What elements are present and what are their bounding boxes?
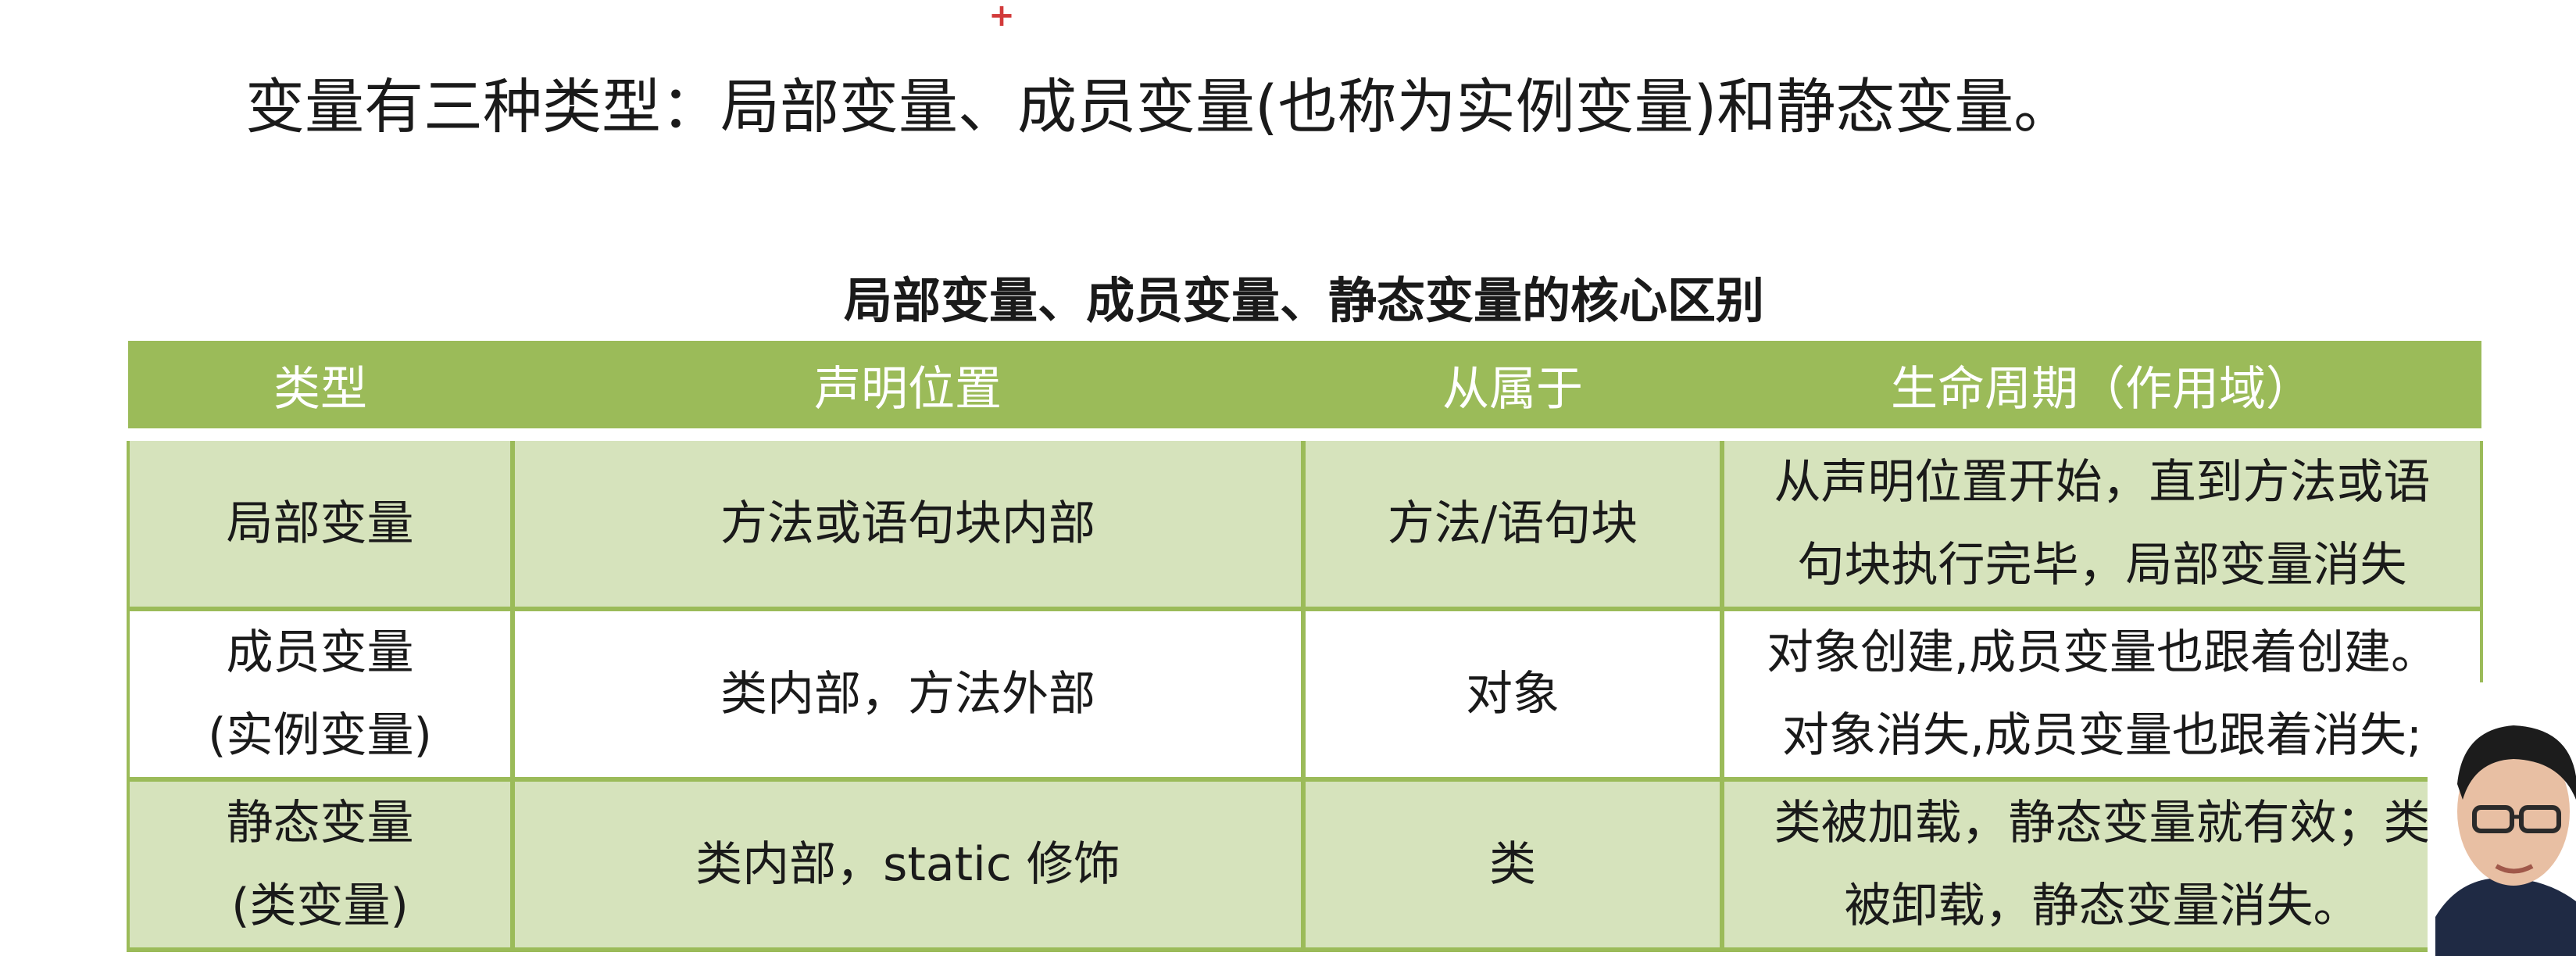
lifecycle-line: 被卸载，静态变量消失。 [1844,879,2360,933]
cell-lifecycle: 类被加载，静态变量就有效；类 被卸载，静态变量消失。 [1720,779,2483,952]
table-row: 静态变量 (类变量) 类内部，static 修饰 类 类被加载，静态变量就有效；… [127,779,2483,952]
lifecycle-line: 对象创建,成员变量也跟着创建。 [1766,625,2438,680]
cell-belongs-to: 对象 [1301,609,1724,782]
type-alias: (实例变量) [208,708,432,763]
cursor-crosshair-icon: + [988,0,1015,34]
cell-lifecycle: 从声明位置开始，直到方法或语 句块执行完毕，局部变量消失 [1720,435,2483,611]
intro-text: 变量有三种类型：局部变量、成员变量(也称为实例变量)和静态变量。 [245,72,2074,141]
cell-location: 方法或语句块内部 [510,435,1306,611]
table-title: 局部变量、成员变量、静态变量的核心区别 [843,272,1764,329]
type-name: 局部变量 [226,496,414,551]
cell-type: 静态变量 (类变量) [127,779,515,952]
presenter-webcam-overlay [2428,682,2576,956]
header-lifecycle: 生命周期（作用域） [1722,341,2481,441]
presenter-avatar-icon [2428,682,2576,956]
comparison-table-container: 类型 声明位置 从属于 生命周期（作用域） 局部变量 方法或语句块内部 方法/语… [127,341,2483,952]
cell-belongs-to: 类 [1301,779,1724,952]
type-name: 静态变量 [226,796,414,850]
cell-lifecycle: 对象创建,成员变量也跟着创建。 对象消失,成员变量也跟着消失; [1720,609,2483,782]
cell-belongs-to: 方法/语句块 [1301,435,1724,611]
header-location: 声明位置 [513,341,1303,441]
cell-type: 成员变量 (实例变量) [127,609,515,782]
comparison-table: 类型 声明位置 从属于 生命周期（作用域） 局部变量 方法或语句块内部 方法/语… [127,341,2483,952]
lifecycle-line: 句块执行完毕，局部变量消失 [1797,538,2407,593]
cell-location: 类内部，static 修饰 [510,779,1306,952]
type-alias: (类变量) [231,879,409,933]
lifecycle-line: 对象消失,成员变量也跟着消失; [1781,708,2423,763]
table-row: 成员变量 (实例变量) 类内部，方法外部 对象 对象创建,成员变量也跟着创建。 … [127,609,2483,782]
table-header-row: 类型 声明位置 从属于 生命周期（作用域） [128,341,2481,441]
lifecycle-line: 类被加载，静态变量就有效；类 [1774,796,2431,850]
type-name: 成员变量 [226,625,414,680]
header-belongs-to: 从属于 [1303,341,1722,441]
lifecycle-line: 从声明位置开始，直到方法或语 [1774,455,2431,510]
table-row: 局部变量 方法或语句块内部 方法/语句块 从声明位置开始，直到方法或语 句块执行… [127,435,2483,611]
cell-type: 局部变量 [127,435,515,611]
cell-location: 类内部，方法外部 [510,609,1306,782]
header-type: 类型 [128,341,513,441]
